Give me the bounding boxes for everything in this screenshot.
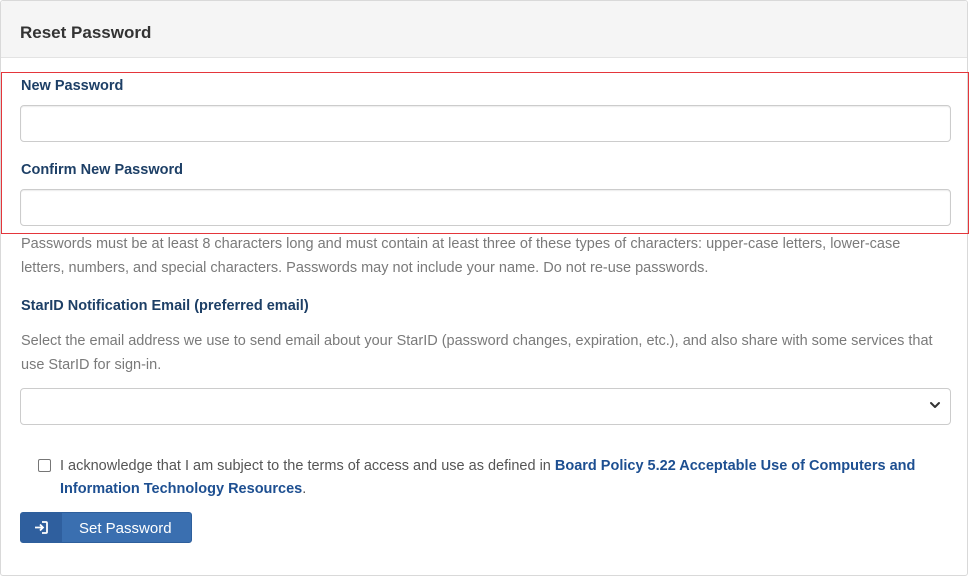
set-password-label: Set Password (79, 520, 172, 537)
acknowledge-text: I acknowledge that I am subject to the t… (60, 455, 920, 501)
set-password-button[interactable]: Set Password (20, 512, 192, 543)
confirm-password-field[interactable] (20, 189, 951, 226)
acknowledge-suffix: . (302, 481, 307, 497)
notification-email-select[interactable] (20, 388, 951, 425)
new-password-label: New Password (21, 78, 124, 94)
notification-email-help: Select the email address we use to send … (21, 333, 933, 373)
password-requirements-help: Passwords must be at least 8 characters … (21, 236, 901, 276)
chevron-down-icon (930, 402, 940, 408)
panel-title: Reset Password (20, 23, 152, 42)
acknowledge-statement: I acknowledge that I am subject to the t… (60, 458, 555, 474)
notification-email-label: StarID Notification Email (preferred ema… (21, 298, 309, 314)
sign-in-icon (35, 521, 48, 534)
panel-heading: Reset Password (1, 1, 967, 58)
confirm-password-label: Confirm New Password (21, 162, 183, 178)
button-icon-cell (21, 513, 62, 542)
acknowledge-checkbox[interactable] (38, 459, 51, 472)
reset-password-panel: Reset Password New Password Confirm New … (0, 0, 969, 576)
new-password-field[interactable] (20, 105, 951, 142)
